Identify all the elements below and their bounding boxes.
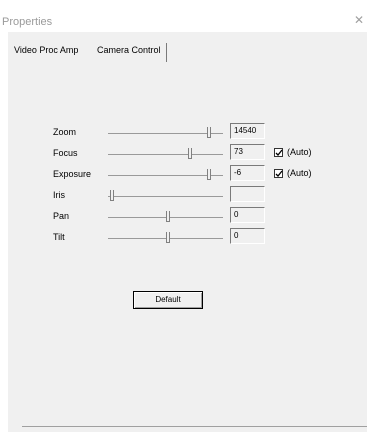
tab-video-proc-amp[interactable]: Video Proc Amp (14, 43, 94, 62)
window-title: Properties (2, 16, 53, 28)
exposure-row: Exposure -6 (Auto) (8, 165, 367, 187)
zoom-label: Zoom (53, 127, 77, 137)
property-sheet: Video Proc Amp Camera Control Zoom 14540… (8, 32, 367, 432)
iris-slider-track[interactable] (108, 196, 223, 197)
pan-value-field[interactable]: 0 (230, 207, 265, 223)
title-bar[interactable]: Properties ✕ (0, 0, 367, 32)
zoom-row: Zoom 14540 (8, 123, 367, 145)
close-icon[interactable]: ✕ (353, 14, 365, 26)
divider (22, 426, 367, 427)
properties-window: Properties ✕ Video Proc Amp Camera Contr… (0, 0, 367, 432)
iris-value-field[interactable] (230, 186, 265, 202)
focus-auto-label: (Auto) (287, 147, 312, 157)
focus-row: Focus 73 (Auto) (8, 144, 367, 166)
iris-label: Iris (53, 190, 65, 200)
zoom-value-field[interactable]: 14540 (230, 123, 265, 139)
checkbox-checked-icon[interactable] (274, 169, 283, 178)
pan-label: Pan (53, 211, 70, 221)
focus-label: Focus (53, 148, 78, 158)
exposure-slider-thumb[interactable] (207, 169, 211, 180)
pan-row: Pan 0 (8, 207, 367, 229)
exposure-value-field[interactable]: -6 (230, 165, 265, 181)
focus-value-field[interactable]: 73 (230, 144, 265, 160)
tilt-label: Tilt (53, 232, 65, 242)
zoom-slider-track[interactable] (108, 133, 223, 134)
checkbox-checked-icon[interactable] (274, 148, 283, 157)
exposure-slider-track[interactable] (108, 175, 223, 176)
zoom-slider-thumb[interactable] (207, 127, 211, 138)
tilt-value-field[interactable]: 0 (230, 228, 265, 244)
exposure-auto-label: (Auto) (287, 168, 312, 178)
tab-strip: Video Proc Amp Camera Control (8, 43, 367, 63)
iris-row: Iris (8, 186, 367, 208)
iris-slider-thumb[interactable] (110, 190, 114, 201)
pan-slider-thumb[interactable] (166, 211, 170, 222)
camera-control-panel: Zoom 14540 Focus 73 (Auto) Exposure -6 (… (8, 63, 367, 432)
tilt-slider-thumb[interactable] (166, 232, 170, 243)
focus-slider-track[interactable] (108, 154, 223, 155)
default-button[interactable]: Default (133, 291, 203, 309)
tilt-row: Tilt 0 (8, 228, 367, 250)
tab-camera-control[interactable]: Camera Control (97, 43, 167, 62)
focus-slider-thumb[interactable] (188, 148, 192, 159)
exposure-label: Exposure (53, 169, 92, 179)
